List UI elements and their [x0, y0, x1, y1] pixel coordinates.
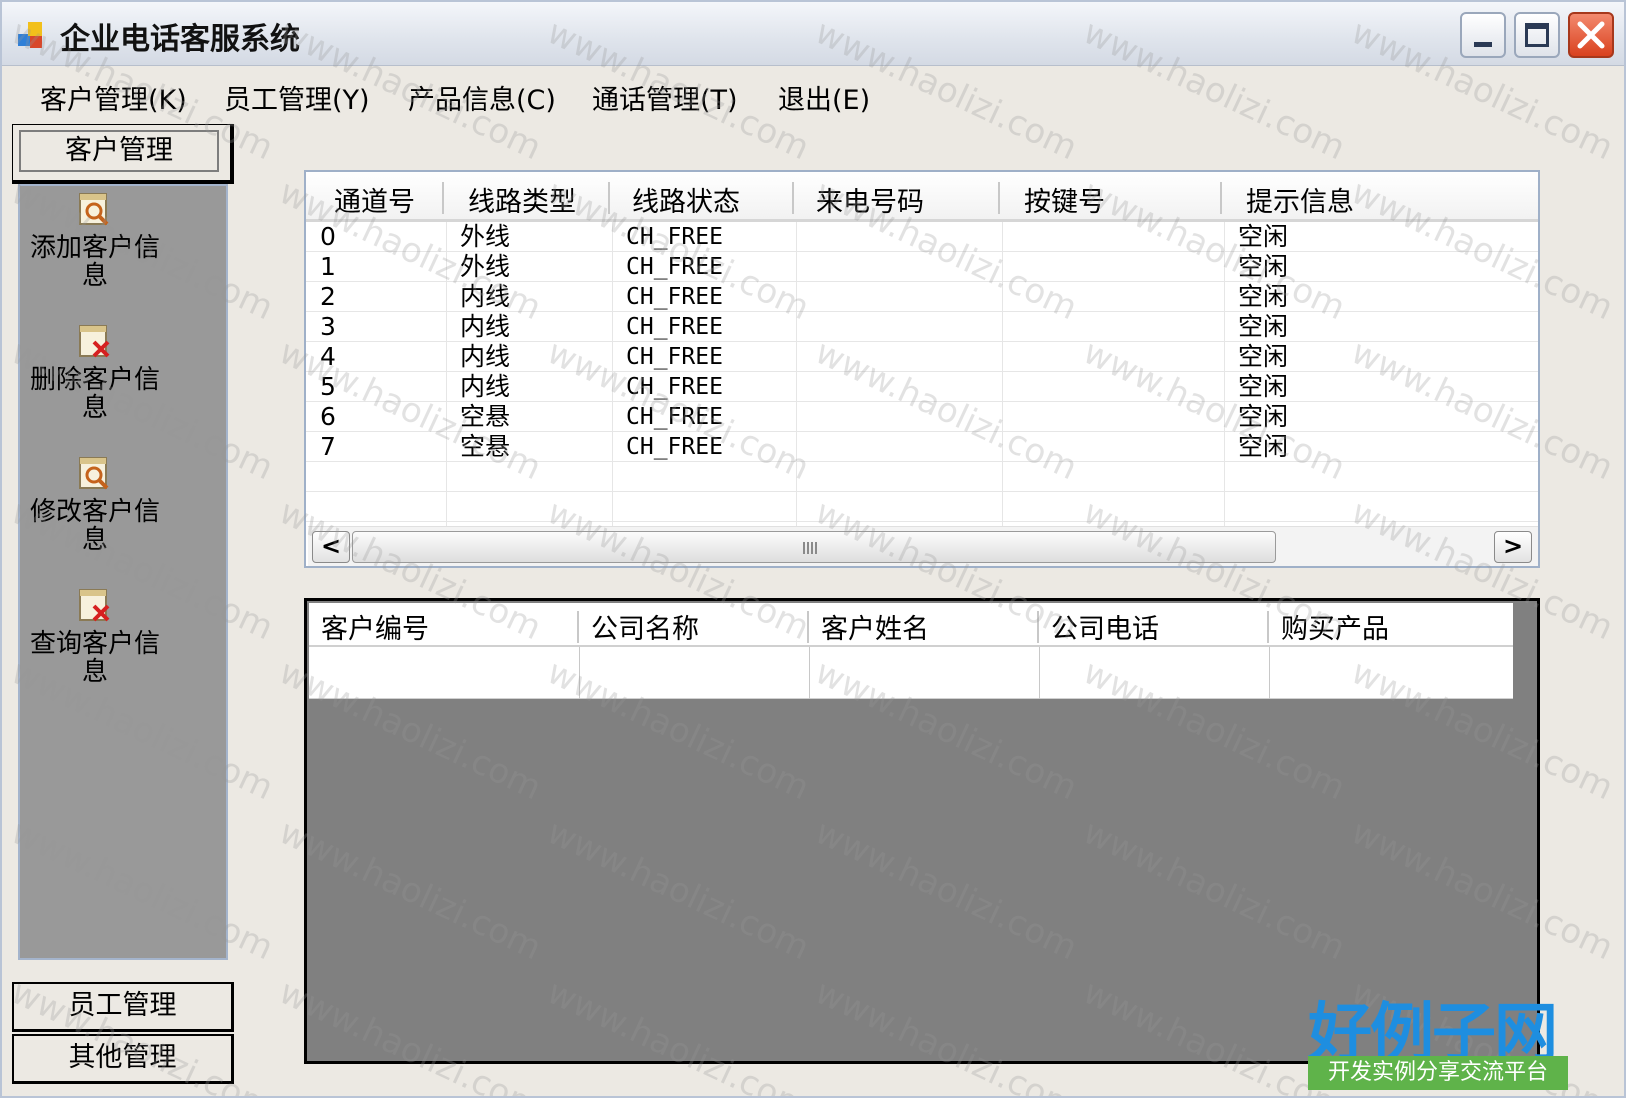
menu-bar: 客户管理(K) 员工管理(Y) 产品信息(C) 通话管理(T) 退出(E) — [8, 68, 1618, 122]
site-logo: 好例子网 开发实例分享交流平台 — [1308, 982, 1568, 1094]
doc-x-icon — [77, 588, 113, 624]
maximize-icon — [1525, 23, 1549, 47]
table-cell: 0 — [320, 222, 336, 251]
col-company-name[interactable]: 公司名称 — [579, 607, 699, 646]
panel-body: 添加客户信息 删除客户信息 修改客户信息 查询客户信息 — [18, 184, 228, 960]
panel-header-customer[interactable]: 客户管理 — [12, 124, 234, 184]
query-customer-tool[interactable]: 查询客户信息 — [20, 588, 170, 686]
customer-grid-header: 客户编号 公司名称 客户姓名 公司电话 购买产品 — [309, 603, 1513, 647]
app-icon — [18, 22, 46, 50]
table-row[interactable]: 7 空悬 CH_FREE 空闲 — [306, 432, 1538, 462]
table-cell: 1 — [320, 252, 336, 281]
scroll-left-button[interactable]: < — [312, 531, 350, 563]
horizontal-scrollbar[interactable]: < > — [308, 526, 1538, 566]
table-row[interactable]: 1 外线 CH_FREE 空闲 — [306, 252, 1538, 282]
table-row[interactable]: 4 内线 CH_FREE 空闲 — [306, 342, 1538, 372]
scroll-right-button[interactable]: > — [1494, 531, 1532, 563]
col-purchased-product[interactable]: 购买产品 — [1269, 607, 1389, 646]
close-icon — [1577, 21, 1605, 49]
table-cell: 7 — [320, 432, 336, 461]
table-cell: 空闲 — [1238, 432, 1289, 461]
table-cell: 3 — [320, 312, 336, 341]
table-row[interactable] — [306, 462, 1538, 492]
table-cell: CH_FREE — [626, 224, 723, 250]
table-cell: CH_FREE — [626, 314, 723, 340]
window-title: 企业电话客服系统 — [60, 22, 300, 57]
edit-customer-label: 修改客户信息 — [29, 497, 160, 555]
channel-grid: 通道号 线路类型 线路状态 来电号码 按键号 提示信息 0 外线 CH_FREE 空闲… — [304, 170, 1540, 568]
table-row[interactable]: 6 空悬 CH_FREE 空闲 — [306, 402, 1538, 432]
doc-x-icon — [77, 324, 113, 360]
app-window: 企业电话客服系统 客户管理(K) 员工管理(Y) 产品信息(C) 通话管理(T)… — [0, 0, 1626, 1098]
magnifier-doc-icon — [77, 456, 113, 492]
table-cell: 空悬 — [460, 432, 511, 461]
table-cell: 内线 — [460, 312, 511, 341]
table-row[interactable]: 2 内线 CH_FREE 空闲 — [306, 282, 1538, 312]
table-cell: 内线 — [460, 342, 511, 371]
scroll-thumb[interactable] — [352, 531, 1276, 563]
table-cell: 空闲 — [1238, 342, 1289, 371]
logo-sub-text: 开发实例分享交流平台 — [1308, 1056, 1568, 1090]
table-cell: 2 — [320, 282, 336, 311]
table-cell: 空闲 — [1238, 402, 1289, 431]
query-customer-label: 查询客户信息 — [29, 629, 160, 687]
table-cell: CH_FREE — [626, 404, 723, 430]
table-row[interactable]: 3 内线 CH_FREE 空闲 — [306, 312, 1538, 342]
table-cell: 内线 — [460, 372, 511, 401]
maximize-button[interactable] — [1514, 12, 1560, 58]
delete-customer-tool[interactable]: 删除客户信息 — [20, 324, 170, 422]
col-hint[interactable]: 提示信息 — [1228, 180, 1354, 219]
col-line-type[interactable]: 线路类型 — [450, 180, 576, 219]
add-customer-tool[interactable]: 添加客户信息 — [20, 192, 170, 290]
other-panel-button[interactable]: 其他管理 — [12, 1034, 234, 1084]
table-cell: CH_FREE — [626, 344, 723, 370]
customer-empty-row[interactable] — [309, 647, 1513, 699]
menu-product[interactable]: 产品信息(C) — [408, 78, 556, 117]
col-channel[interactable]: 通道号 — [316, 180, 415, 219]
minimize-button[interactable] — [1460, 12, 1506, 58]
channel-grid-header: 通道号 线路类型 线路状态 来电号码 按键号 提示信息 — [306, 172, 1538, 222]
col-customer-name[interactable]: 客户姓名 — [809, 607, 929, 646]
table-cell: CH_FREE — [626, 434, 723, 460]
table-row[interactable]: 0 外线 CH_FREE 空闲 — [306, 222, 1538, 252]
table-cell: 内线 — [460, 282, 511, 311]
employee-panel-button[interactable]: 员工管理 — [12, 982, 234, 1032]
title-bar[interactable]: 企业电话客服系统 — [2, 2, 1624, 66]
edit-customer-tool[interactable]: 修改客户信息 — [20, 456, 170, 554]
menu-exit[interactable]: 退出(E) — [778, 78, 870, 117]
minimize-icon — [1474, 42, 1492, 47]
delete-customer-label: 删除客户信息 — [29, 365, 160, 423]
table-cell: 空闲 — [1238, 222, 1289, 251]
menu-call[interactable]: 通话管理(T) — [592, 78, 738, 117]
menu-employee[interactable]: 员工管理(Y) — [224, 78, 370, 117]
table-cell: 空闲 — [1238, 312, 1289, 341]
table-cell: CH_FREE — [626, 254, 723, 280]
menu-customer[interactable]: 客户管理(K) — [40, 78, 187, 117]
table-cell: CH_FREE — [626, 284, 723, 310]
table-cell: 空闲 — [1238, 372, 1289, 401]
close-button[interactable] — [1568, 12, 1614, 58]
grip-icon — [803, 542, 819, 554]
table-cell: 6 — [320, 402, 336, 431]
table-cell: 空悬 — [460, 402, 511, 431]
table-row[interactable]: 5 内线 CH_FREE 空闲 — [306, 372, 1538, 402]
table-cell: 外线 — [460, 222, 511, 251]
magnifier-doc-icon — [77, 192, 113, 228]
col-key[interactable]: 按键号 — [1006, 180, 1105, 219]
table-cell: 空闲 — [1238, 252, 1289, 281]
col-company-phone[interactable]: 公司电话 — [1039, 607, 1159, 646]
col-caller[interactable]: 来电号码 — [798, 180, 924, 219]
left-panel: 客户管理 添加客户信息 删除客户信息 修改客户信息 查询客户信息 — [12, 124, 234, 964]
table-row[interactable] — [306, 492, 1538, 522]
table-cell: 4 — [320, 342, 336, 371]
table-cell: CH_FREE — [626, 374, 723, 400]
col-customer-id[interactable]: 客户编号 — [309, 607, 429, 646]
table-cell: 外线 — [460, 252, 511, 281]
col-line-status[interactable]: 线路状态 — [614, 180, 740, 219]
add-customer-label: 添加客户信息 — [29, 233, 160, 291]
panel-header-label: 客户管理 — [19, 130, 219, 172]
table-cell: 空闲 — [1238, 282, 1289, 311]
table-cell: 5 — [320, 372, 336, 401]
